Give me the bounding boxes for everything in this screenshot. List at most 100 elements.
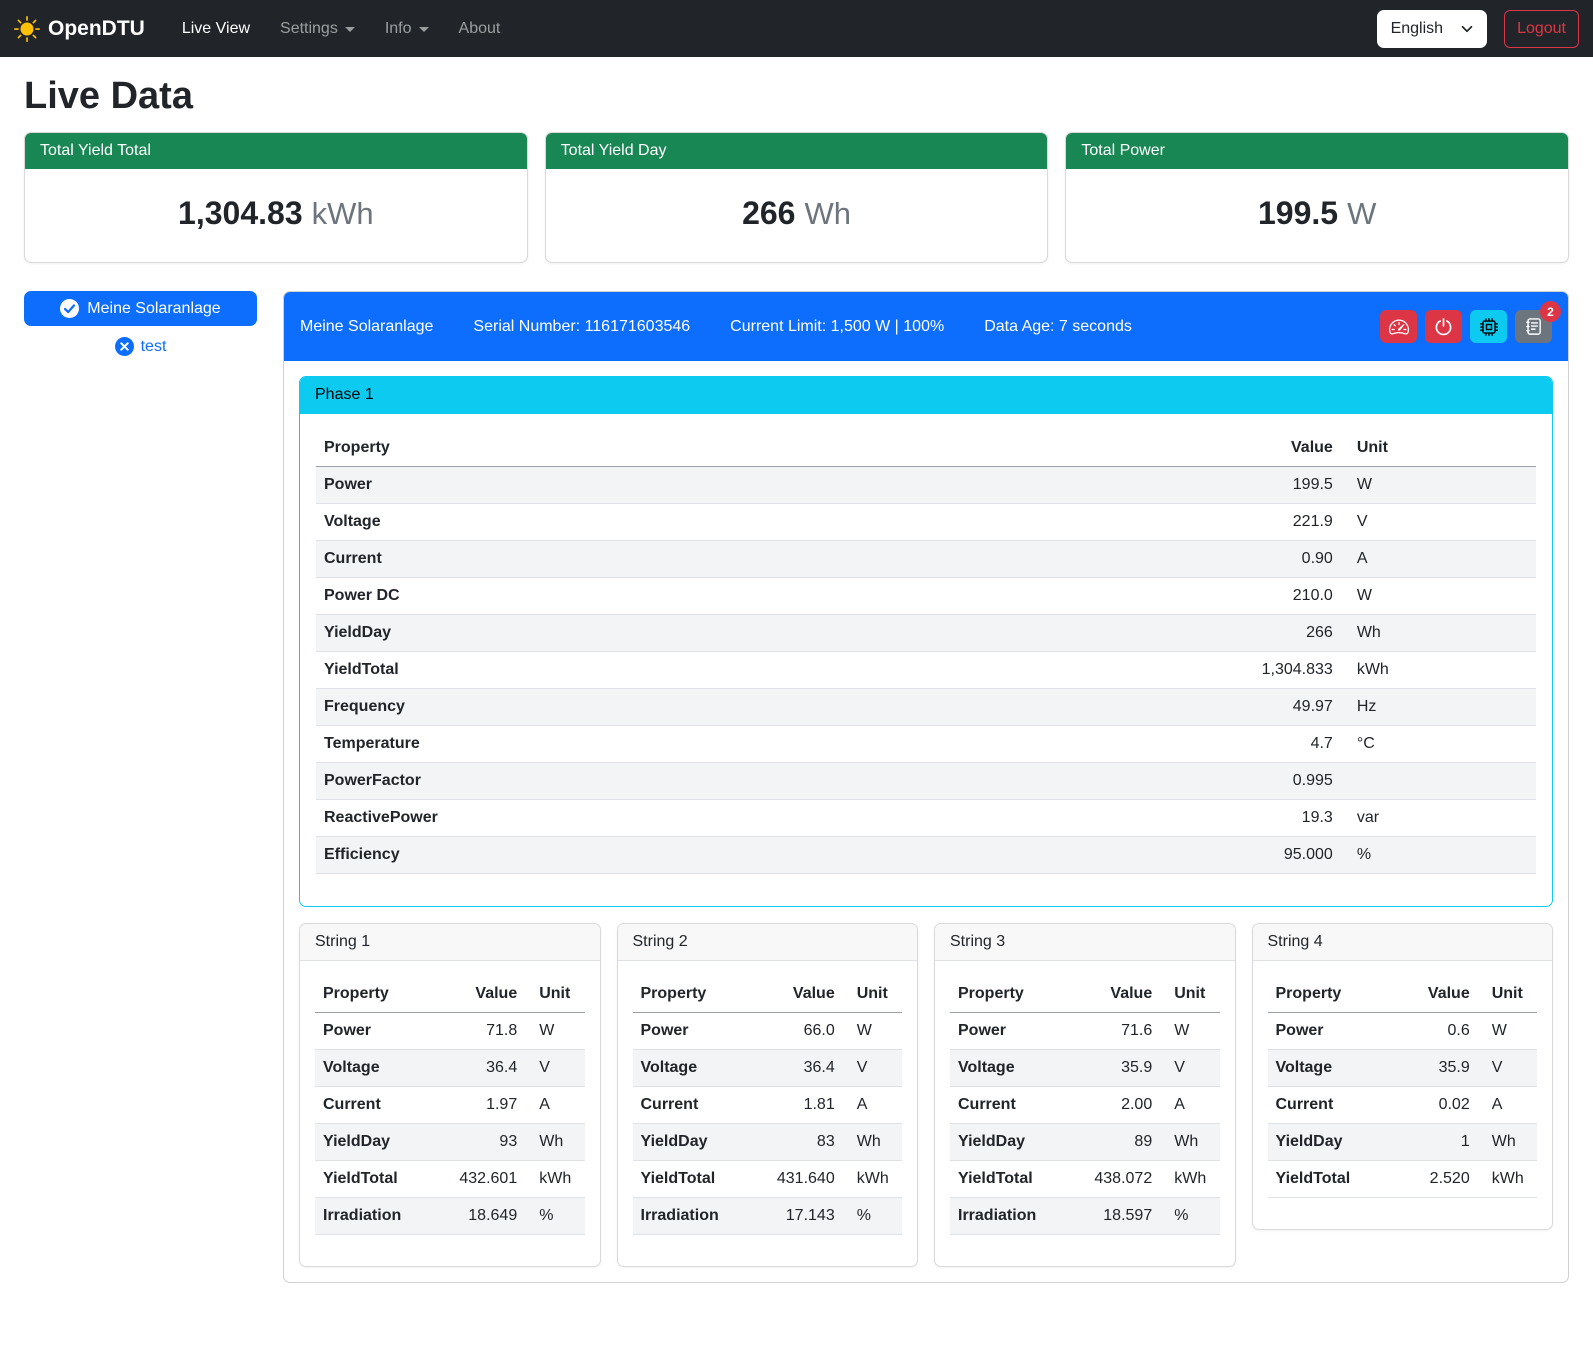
unit-cell: V: [843, 1050, 902, 1087]
inverter-card-header: Meine Solaranlage Serial Number: 1161716…: [284, 292, 1568, 361]
value-cell: 18.597: [1069, 1198, 1161, 1235]
table-row: YieldDay266Wh: [316, 615, 1536, 652]
unit-cell: %: [1160, 1198, 1219, 1235]
property-cell: Power: [315, 1013, 434, 1050]
property-cell: YieldDay: [316, 615, 1219, 652]
unit-cell: %: [525, 1198, 584, 1235]
unit-cell: kWh: [1478, 1161, 1537, 1198]
string-table-head: Property Value Unit: [633, 976, 903, 1013]
unit-cell: A: [843, 1087, 902, 1124]
unit-cell: W: [1160, 1013, 1219, 1050]
value-cell: 71.6: [1069, 1013, 1161, 1050]
property-cell: YieldDay: [633, 1124, 752, 1161]
table-row: YieldTotal438.072kWh: [950, 1161, 1220, 1198]
property-cell: Temperature: [316, 726, 1219, 763]
unit-cell: A: [1478, 1087, 1537, 1124]
stat-card-title: Total Power: [1066, 133, 1568, 169]
inverter-item-label: Meine Solaranlage: [87, 300, 220, 318]
property-cell: Irradiation: [315, 1198, 434, 1235]
unit-cell: V: [525, 1050, 584, 1087]
inverter-actions: 2: [1380, 310, 1552, 343]
string-card-body: Property Value Unit Power71.8WVoltage36.…: [300, 961, 600, 1266]
table-row: Power71.8W: [315, 1013, 585, 1050]
limit-settings-button[interactable]: [1380, 310, 1417, 343]
value-cell: 199.5: [1219, 467, 1341, 504]
unit-cell: var: [1341, 800, 1536, 837]
string-table-body: Power66.0WVoltage36.4VCurrent1.81AYieldD…: [633, 1013, 903, 1235]
string-card-body: Property Value Unit Power71.6WVoltage35.…: [935, 961, 1235, 1266]
inverter-card-body: Phase 1 Property Value Unit Power199.5WV…: [284, 361, 1568, 1282]
unit-cell: %: [843, 1198, 902, 1235]
inverter-meta: Meine Solaranlage Serial Number: 1161716…: [300, 318, 1172, 336]
property-cell: YieldTotal: [1268, 1161, 1387, 1198]
table-row: YieldDay1Wh: [1268, 1124, 1538, 1161]
string-table-head: Property Value Unit: [315, 976, 585, 1013]
language-select[interactable]: English: [1377, 10, 1487, 48]
nav-item-settings[interactable]: Settings: [265, 12, 370, 46]
inverter-item-test[interactable]: test: [24, 337, 257, 356]
property-column-header: Property: [315, 976, 434, 1013]
property-cell: Voltage: [1268, 1050, 1387, 1087]
stat-card-total-power: Total Power 199.5W: [1065, 132, 1569, 263]
inverter-item-meine-solaranlage[interactable]: Meine Solaranlage: [24, 291, 257, 326]
page-title: Live Data: [24, 75, 1569, 118]
string-card-title: String 3: [935, 924, 1235, 961]
property-cell: Power: [633, 1013, 752, 1050]
value-cell: 93: [434, 1124, 526, 1161]
page-container: Live Data Total Yield Total 1,304.83kWh …: [0, 57, 1593, 1307]
nav-links: Live View Settings Info About: [167, 12, 516, 46]
stat-card-title: Total Yield Total: [25, 133, 527, 169]
caret-down-icon: [419, 27, 429, 32]
unit-cell: kWh: [843, 1161, 902, 1198]
table-row: YieldTotal2.520kWh: [1268, 1161, 1538, 1198]
cpu-icon: [1479, 317, 1499, 337]
stat-card-body: 1,304.83kWh: [25, 169, 527, 262]
logout-button[interactable]: Logout: [1504, 10, 1579, 48]
brand[interactable]: OpenDTU: [14, 16, 145, 42]
unit-cell: W: [1478, 1013, 1537, 1050]
property-cell: Current: [950, 1087, 1069, 1124]
property-cell: Current: [633, 1087, 752, 1124]
unit-cell: Hz: [1341, 689, 1536, 726]
table-row: Power66.0W: [633, 1013, 903, 1050]
language-selected-value: English: [1391, 20, 1443, 38]
stat-card-title: Total Yield Day: [546, 133, 1048, 169]
table-header-row: Property Value Unit: [633, 976, 903, 1013]
unit-cell: Wh: [1478, 1124, 1537, 1161]
property-cell: Irradiation: [950, 1198, 1069, 1235]
device-info-button[interactable]: [1470, 310, 1507, 343]
nav-item-about[interactable]: About: [444, 12, 516, 46]
nav-item-info[interactable]: Info: [370, 12, 444, 46]
table-row: YieldTotal432.601kWh: [315, 1161, 585, 1198]
unit-cell: kWh: [1341, 652, 1536, 689]
event-log-button[interactable]: 2: [1515, 310, 1552, 343]
property-cell: YieldDay: [315, 1124, 434, 1161]
value-cell: 18.649: [434, 1198, 526, 1235]
value-cell: 19.3: [1219, 800, 1341, 837]
table-row: YieldTotal1,304.833kWh: [316, 652, 1536, 689]
top-navbar: OpenDTU Live View Settings Info About En…: [0, 0, 1593, 57]
stat-card-total-yield-total: Total Yield Total 1,304.83kWh: [24, 132, 528, 263]
value-column-header: Value: [434, 976, 526, 1013]
property-cell: YieldTotal: [633, 1161, 752, 1198]
value-cell: 35.9: [1386, 1050, 1478, 1087]
journal-text-icon: [1524, 317, 1543, 336]
unit-cell: V: [1478, 1050, 1537, 1087]
unit-column-header: Unit: [1341, 430, 1536, 467]
value-cell: 2.520: [1386, 1161, 1478, 1198]
phase-card-body: Property Value Unit Power199.5WVoltage22…: [300, 414, 1552, 906]
table-row: Efficiency95.000%: [316, 837, 1536, 874]
string-card-title: String 2: [618, 924, 918, 961]
table-row: YieldTotal431.640kWh: [633, 1161, 903, 1198]
property-cell: YieldTotal: [950, 1161, 1069, 1198]
string-2-card: String 2 Property Value Unit: [617, 923, 919, 1267]
nav-item-label: Live View: [182, 20, 250, 38]
stat-value: 1,304.83: [178, 195, 303, 231]
value-cell: 49.97: [1219, 689, 1341, 726]
nav-item-live-view[interactable]: Live View: [167, 12, 265, 46]
power-settings-button[interactable]: [1425, 310, 1462, 343]
property-column-header: Property: [950, 976, 1069, 1013]
value-cell: 4.7: [1219, 726, 1341, 763]
table-row: Power199.5W: [316, 467, 1536, 504]
property-column-header: Property: [316, 430, 1219, 467]
